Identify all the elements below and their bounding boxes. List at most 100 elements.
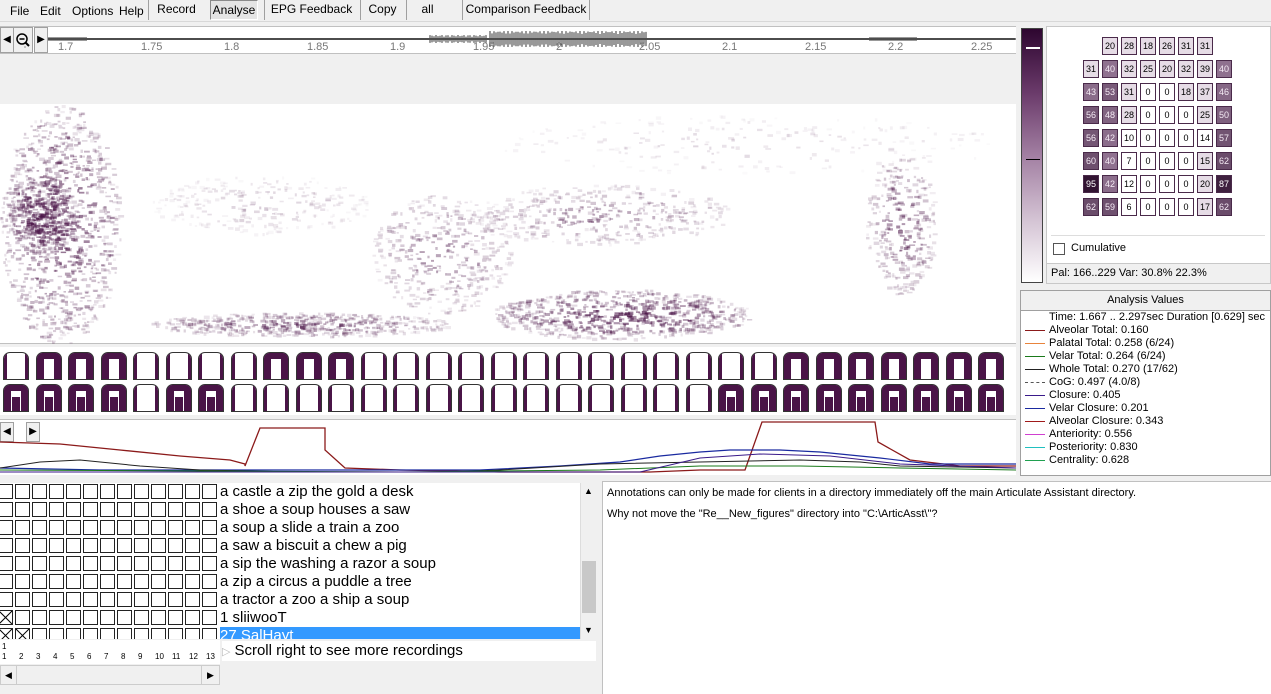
recording-checkbox[interactable] [117, 574, 132, 589]
recording-checkbox[interactable] [151, 628, 166, 639]
recording-checkbox[interactable] [32, 574, 47, 589]
recording-checkbox[interactable] [83, 556, 98, 571]
recording-checkbox[interactable] [15, 538, 30, 553]
palatogram-frame[interactable] [913, 384, 939, 412]
palatogram-frame[interactable] [523, 352, 549, 380]
palatogram-frame[interactable] [328, 384, 354, 412]
zoom-out-icon[interactable] [13, 27, 1014, 56]
recording-checkbox[interactable] [151, 574, 166, 589]
recording-checkbox[interactable] [0, 610, 13, 625]
recording-checkbox[interactable] [83, 484, 98, 499]
recording-checkbox[interactable] [117, 592, 132, 607]
palatogram-frame[interactable] [815, 352, 842, 380]
recording-checkbox[interactable] [83, 574, 98, 589]
palatogram-frame[interactable] [393, 352, 419, 380]
palatogram-frame[interactable] [458, 352, 484, 380]
recording-checkbox[interactable] [32, 556, 47, 571]
recording-checkbox[interactable] [49, 502, 64, 517]
recording-checkbox[interactable] [100, 556, 115, 571]
recording-checkbox[interactable] [185, 556, 200, 571]
palatogram-frame[interactable] [555, 352, 582, 380]
palatogram-frame[interactable] [425, 384, 452, 412]
recording-checkbox[interactable] [134, 574, 149, 589]
palatogram-frame[interactable] [685, 384, 712, 412]
recording-checkbox-grid[interactable] [0, 483, 220, 639]
recording-checkbox[interactable] [100, 592, 115, 607]
recording-checkbox[interactable] [117, 484, 132, 499]
palatogram-frame[interactable] [328, 352, 354, 380]
recording-checkbox[interactable] [100, 610, 115, 625]
recording-checkbox[interactable] [134, 628, 149, 639]
recording-checkbox[interactable] [151, 538, 166, 553]
epg-feedback-button[interactable]: EPG Feedback [264, 0, 358, 20]
recording-checkbox[interactable] [202, 628, 217, 639]
palatogram-frame[interactable] [360, 384, 387, 412]
palatogram-frame[interactable] [100, 384, 127, 412]
recording-checkbox[interactable] [49, 628, 64, 639]
palatogram-frame[interactable] [978, 352, 1004, 380]
palatogram-frame[interactable] [555, 384, 582, 412]
palatogram-frame[interactable] [653, 384, 679, 412]
scroll-left-button[interactable]: ◀ [0, 27, 14, 53]
recording-checkbox[interactable] [0, 628, 13, 639]
recording-checkbox[interactable] [66, 574, 81, 589]
recording-checkbox[interactable] [66, 538, 81, 553]
contact-curves-panel[interactable]: ◀ ▶ [0, 419, 1016, 475]
scroll-up-icon[interactable]: ▲ [584, 486, 593, 496]
recording-checkbox[interactable] [0, 556, 13, 571]
recording-checkbox[interactable] [168, 628, 183, 639]
palatogram-frame[interactable] [35, 352, 62, 380]
recording-checkbox[interactable] [168, 538, 183, 553]
recordings-list[interactable]: a castle a zip the gold a desk a shoe a s… [220, 483, 580, 639]
palatogram-frame[interactable] [620, 384, 647, 412]
recording-checkbox[interactable] [100, 520, 115, 535]
palatogram-frame[interactable] [750, 352, 777, 380]
recording-checkbox[interactable] [134, 592, 149, 607]
recording-checkbox[interactable] [49, 592, 64, 607]
recording-checkbox[interactable] [185, 610, 200, 625]
palatogram-frame[interactable] [133, 352, 159, 380]
palatogram-frame[interactable] [945, 384, 972, 412]
palatogram-frame[interactable] [165, 352, 192, 380]
palatogram-frame[interactable] [360, 352, 387, 380]
palatogram-frame[interactable] [783, 384, 809, 412]
palatogram-frame[interactable] [100, 352, 127, 380]
palatogram-frame[interactable] [263, 384, 289, 412]
recording-checkbox[interactable] [151, 520, 166, 535]
recording-checkbox[interactable] [202, 556, 217, 571]
menu-edit[interactable]: Edit [40, 4, 61, 18]
recording-checkbox[interactable] [49, 538, 64, 553]
recording-checkbox[interactable] [117, 628, 132, 639]
recording-checkbox[interactable] [49, 520, 64, 535]
record-button[interactable]: Record [148, 0, 204, 20]
recording-checkbox[interactable] [15, 556, 30, 571]
scrollbar-thumb[interactable] [582, 561, 596, 613]
palatogram-frame[interactable] [458, 384, 484, 412]
scroll-right-button[interactable]: ▶ [34, 27, 48, 53]
recording-item[interactable]: 1 sliiwooT [220, 609, 580, 627]
palatogram-frame[interactable] [425, 352, 452, 380]
recording-checkbox[interactable] [66, 520, 81, 535]
palatogram-frame[interactable] [198, 352, 224, 380]
recording-checkbox[interactable] [32, 502, 47, 517]
palatogram-frame[interactable] [3, 384, 29, 412]
recording-checkbox[interactable] [185, 628, 200, 639]
recording-checkbox[interactable] [168, 484, 183, 499]
recording-checkbox[interactable] [202, 502, 217, 517]
recording-checkbox[interactable] [83, 610, 98, 625]
spectrogram[interactable] [0, 104, 1016, 346]
recording-checkbox[interactable] [15, 610, 30, 625]
palatogram-frame[interactable] [685, 352, 712, 380]
recording-checkbox[interactable] [0, 484, 13, 499]
recording-item[interactable]: 27 SalHayt [220, 627, 580, 639]
recording-checkbox[interactable] [117, 520, 132, 535]
recordings-hscrollbar[interactable]: ◀ ▶ [0, 665, 220, 685]
recording-checkbox[interactable] [117, 502, 132, 517]
palatogram-frame[interactable] [393, 384, 419, 412]
recording-checkbox[interactable] [151, 484, 166, 499]
menu-file[interactable]: File [10, 4, 29, 18]
comparison-feedback-button[interactable]: Comparison Feedback [462, 0, 590, 20]
recording-checkbox[interactable] [168, 520, 183, 535]
recording-checkbox[interactable] [151, 502, 166, 517]
recording-checkbox[interactable] [202, 610, 217, 625]
